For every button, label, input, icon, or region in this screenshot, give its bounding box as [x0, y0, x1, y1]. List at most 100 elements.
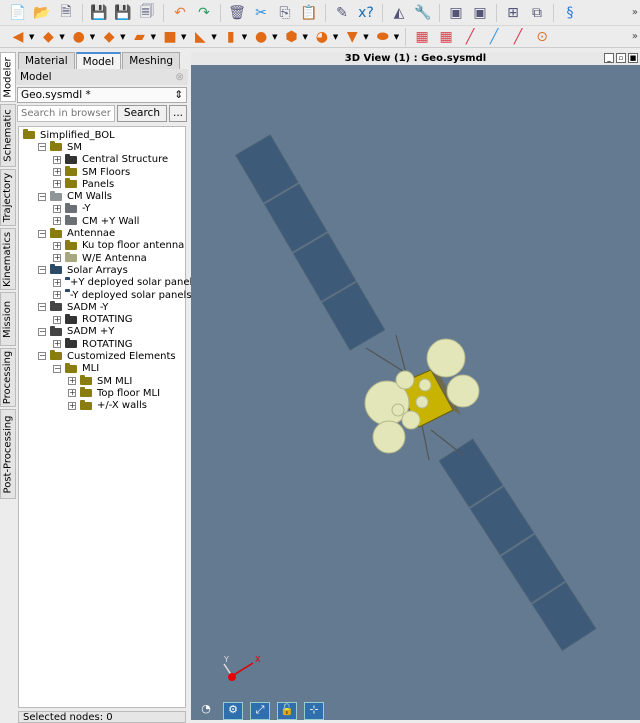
panel-close-icon[interactable]: ⊗ — [175, 71, 184, 83]
restore-icon[interactable]: ▫ — [616, 53, 626, 63]
collapse-icon[interactable]: − — [38, 143, 46, 152]
maximize-icon[interactable]: ■ — [628, 53, 638, 63]
tree-item[interactable]: + +/-X walls — [19, 399, 185, 412]
paste-icon[interactable]: 📋 — [299, 4, 319, 22]
minimize-icon[interactable]: _ — [604, 53, 614, 63]
box-shape-icon[interactable]: ■ — [160, 28, 180, 46]
more-button[interactable]: ... — [168, 105, 187, 122]
collapse-icon[interactable]: − — [38, 229, 46, 238]
vtab-mission[interactable]: Mission — [0, 292, 16, 346]
cylinder-shape-icon[interactable]: ▮ — [221, 28, 241, 46]
vtab-trajectory[interactable]: Trajectory — [0, 169, 16, 226]
redo-icon[interactable]: ↷ — [194, 4, 214, 22]
segment-icon[interactable]: ╱ — [508, 28, 528, 46]
tree-item[interactable]: + +Y deployed solar panels — [19, 276, 198, 289]
mesh-grid-icon[interactable]: ▦ — [412, 28, 432, 46]
tree-item[interactable]: + CM +Y Wall — [19, 215, 185, 227]
triangle-shape-icon[interactable]: ◀ — [8, 28, 28, 46]
expand-icon[interactable]: + — [53, 340, 61, 349]
vtab-modeler[interactable]: Modeler — [0, 52, 16, 102]
tab-model[interactable]: Model — [75, 52, 122, 69]
add-chart-icon[interactable]: ▣ — [446, 4, 466, 22]
copy-icon[interactable]: ⎘ — [275, 4, 295, 22]
tree-item[interactable]: + Top floor MLI — [19, 387, 185, 399]
tree-item[interactable]: − CM Walls — [19, 190, 185, 202]
tree-item[interactable]: + SM Floors — [19, 166, 185, 178]
3d-view[interactable]: 3D View (1) : Geo.sysmdl _ ▫ ■ Y X ◔ ⚙ ⤢ 🔓 ⊹ — [191, 52, 640, 720]
collapse-icon[interactable]: − — [38, 192, 46, 201]
collapse-icon[interactable]: − — [38, 303, 46, 312]
collapse-icon[interactable]: − — [38, 327, 46, 336]
vtab-schematic[interactable]: Schematic — [0, 104, 16, 167]
quad-shape-icon[interactable]: ◆ — [99, 28, 119, 46]
tree-item[interactable]: − Antennae — [19, 227, 185, 239]
save-icon[interactable]: 💾 — [89, 4, 109, 22]
fit-view-icon[interactable]: ⤢ — [250, 702, 270, 720]
close-file-icon[interactable]: 🗎 — [56, 4, 76, 22]
vtab-post-processing[interactable]: Post-Processing — [0, 409, 16, 499]
expand-icon[interactable]: + — [68, 377, 76, 386]
layout-grid-icon[interactable]: ⊞ — [503, 4, 523, 22]
cut-icon[interactable]: ✂ — [251, 4, 271, 22]
settings-gears-icon[interactable]: ⚙ — [223, 702, 243, 720]
save-all-icon[interactable]: 🗐 — [137, 4, 157, 22]
dropdown-arrow-icon[interactable]: ▼ — [303, 33, 308, 41]
expand-icon[interactable]: + — [53, 241, 61, 250]
dropdown-arrow-icon[interactable]: ▼ — [59, 33, 64, 41]
tree-item[interactable]: + -Y deployed solar panels — [19, 289, 192, 301]
tree-item[interactable]: + Ku top floor antenna — [19, 239, 185, 252]
save-as-icon[interactable]: 💾 — [113, 4, 133, 22]
tool-wrench-icon[interactable]: 🔧 — [413, 4, 433, 22]
tree-item[interactable]: − SADM -Y — [19, 301, 185, 313]
disc-shape-icon[interactable]: ● — [69, 28, 89, 46]
dropdown-arrow-icon[interactable]: ▼ — [29, 33, 34, 41]
plane-shape-icon[interactable]: ▰ — [130, 28, 150, 46]
new-file-icon[interactable]: 📄 — [8, 4, 28, 22]
replace-icon[interactable]: x? — [356, 4, 376, 22]
expand-icon[interactable]: + — [53, 204, 61, 213]
dropdown-arrow-icon[interactable]: ▼ — [120, 33, 125, 41]
tree-item[interactable]: − SM — [19, 141, 185, 153]
tab-material[interactable]: Material — [18, 52, 75, 69]
tree-item[interactable]: − MLI — [19, 362, 185, 375]
collapse-icon[interactable]: − — [53, 364, 61, 373]
file-select[interactable]: Geo.sysmdl * ⇕ — [17, 87, 187, 103]
line-icon[interactable]: ╱ — [460, 28, 480, 46]
tree-item[interactable]: Simplified_BOL — [19, 129, 185, 141]
expand-icon[interactable]: + — [68, 389, 76, 398]
tree-item[interactable]: + ROTATING — [19, 338, 185, 350]
vtab-processing[interactable]: Processing — [0, 348, 16, 407]
toolbar-overflow-button[interactable]: » — [632, 7, 638, 18]
expand-icon[interactable]: + — [53, 180, 61, 189]
tree-item[interactable]: − SADM +Y — [19, 325, 185, 338]
tab-meshing[interactable]: Meshing — [122, 52, 181, 69]
dropdown-arrow-icon[interactable]: ▼ — [90, 33, 95, 41]
square-shape-icon[interactable]: ◆ — [38, 28, 58, 46]
ellipsoid-shape-icon[interactable]: ⬬ — [373, 28, 393, 46]
paraboloid-shape-icon[interactable]: ◕ — [312, 28, 332, 46]
expand-icon[interactable]: + — [53, 291, 61, 299]
dropdown-arrow-icon[interactable]: ▼ — [333, 33, 338, 41]
expand-icon[interactable]: + — [53, 315, 61, 324]
cone-tool-icon[interactable]: ◭ — [389, 4, 409, 22]
tree-item[interactable]: − Customized Elements — [19, 350, 185, 362]
window-arrange-icon[interactable]: ⧉ — [527, 4, 547, 22]
expand-icon[interactable]: + — [53, 278, 61, 287]
edit-icon[interactable]: ✎ — [332, 4, 352, 22]
dropdown-arrow-icon[interactable]: ▼ — [363, 33, 368, 41]
sphere-shape-icon[interactable]: ● — [251, 28, 271, 46]
collapse-icon[interactable]: − — [38, 266, 46, 275]
dropdown-arrow-icon[interactable]: ▼ — [211, 33, 216, 41]
tree-item[interactable]: + Panels — [19, 178, 185, 190]
dropdown-arrow-icon[interactable]: ▼ — [272, 33, 277, 41]
vtab-kinematics[interactable]: Kinematics — [0, 228, 16, 290]
export-icon[interactable]: § — [560, 4, 580, 22]
search-input[interactable] — [17, 105, 115, 122]
point-icon[interactable]: ⊙ — [532, 28, 552, 46]
polyhedron-shape-icon[interactable]: ⬢ — [282, 28, 302, 46]
tree-item[interactable]: + -Y — [19, 202, 185, 215]
tree-item[interactable]: + SM MLI — [19, 375, 185, 387]
expand-icon[interactable]: + — [53, 217, 61, 226]
tree-item[interactable]: + ROTATING — [19, 313, 185, 325]
collapse-icon[interactable]: − — [38, 352, 46, 361]
